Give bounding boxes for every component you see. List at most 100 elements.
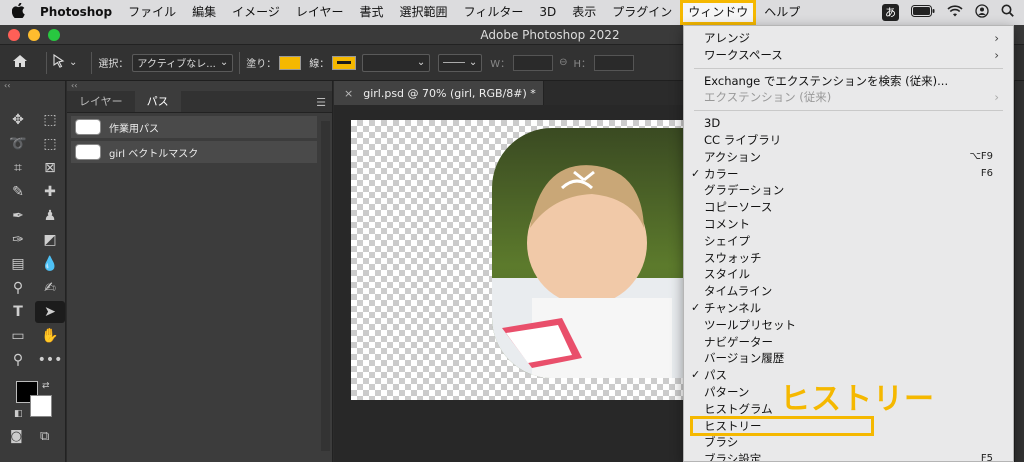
- wifi-icon[interactable]: [947, 4, 963, 21]
- window-menu-item[interactable]: ツールプリセット: [684, 317, 1013, 334]
- dodge-tool-icon[interactable]: ⚲: [3, 277, 33, 299]
- spotlight-search-icon[interactable]: [1001, 4, 1014, 21]
- close-tab-icon[interactable]: ×: [344, 87, 353, 100]
- window-menu-item[interactable]: バージョン履歴: [684, 350, 1013, 367]
- battery-icon[interactable]: [911, 4, 935, 21]
- panel-menu-icon[interactable]: ☰: [316, 96, 326, 109]
- window-menu-item[interactable]: ワークスペース ›: [684, 47, 1013, 64]
- menu-3d[interactable]: 3D: [531, 0, 564, 25]
- window-menu-item[interactable]: CC ライブラリ: [684, 132, 1013, 149]
- window-menu-item[interactable]: ヒストリー: [690, 415, 874, 437]
- window-menu-item[interactable]: スタイル: [684, 266, 1013, 283]
- menu-plugins[interactable]: プラグイン: [604, 0, 680, 25]
- user-icon[interactable]: [975, 3, 989, 22]
- menu-help[interactable]: ヘルプ: [756, 0, 808, 25]
- chevron-right-icon: ›: [994, 47, 999, 62]
- window-menu-item[interactable]: アレンジ ›: [684, 30, 1013, 47]
- menu-filter[interactable]: フィルター: [456, 0, 532, 25]
- window-menu-item-label: ツールプリセット: [704, 317, 796, 332]
- quick-mask-icon[interactable]: ◙: [10, 429, 23, 444]
- rectangle-tool-icon[interactable]: ▭: [3, 325, 33, 347]
- blur-tool-icon[interactable]: 💧: [35, 253, 65, 275]
- window-menu-item[interactable]: ✓ チャンネル: [684, 300, 1013, 317]
- default-colors-icon[interactable]: ◧: [14, 409, 23, 419]
- home-icon[interactable]: [0, 53, 40, 72]
- fill-color-swatch[interactable]: [279, 55, 302, 70]
- brush-tool-icon[interactable]: ✒: [3, 205, 33, 227]
- color-swatches: ⇄ ◧: [14, 381, 58, 421]
- width-field[interactable]: [513, 54, 554, 71]
- window-menu-item[interactable]: 3D: [684, 115, 1013, 132]
- stroke-width-dropdown[interactable]: ⌄: [362, 53, 431, 72]
- select-target-dropdown[interactable]: アクティブなレ... ⌄: [132, 53, 234, 72]
- window-menu-item[interactable]: グラデーション: [684, 182, 1013, 199]
- stroke-color-swatch[interactable]: [332, 55, 357, 70]
- menu-window[interactable]: ウィンドウ: [680, 0, 757, 25]
- healing-brush-tool-icon[interactable]: ✚: [35, 181, 65, 203]
- path-select-tool-icon[interactable]: ➤: [35, 301, 65, 323]
- background-color-swatch[interactable]: [30, 395, 52, 417]
- menu-select[interactable]: 選択範囲: [392, 0, 456, 25]
- window-menu-item[interactable]: ブラシ: [684, 434, 1013, 451]
- more-tools-icon[interactable]: •••: [35, 349, 65, 371]
- chevron-down-icon[interactable]: ⌄: [69, 57, 77, 68]
- screen-mode-icon[interactable]: ⧉: [40, 429, 49, 444]
- menu-layer[interactable]: レイヤー: [288, 0, 352, 25]
- window-menu-item-label: アレンジ: [704, 31, 750, 45]
- object-select-tool-icon[interactable]: ⬚: [35, 133, 65, 155]
- window-menu-item[interactable]: ブラシ設定 F5: [684, 451, 1013, 461]
- path-select-tool-icon[interactable]: [53, 53, 65, 72]
- window-menu-item[interactable]: スウォッチ: [684, 250, 1013, 267]
- menu-view[interactable]: 表示: [564, 0, 604, 25]
- menu-image[interactable]: イメージ: [224, 0, 288, 25]
- tab-paths[interactable]: パス: [134, 91, 181, 112]
- stroke-type-dropdown[interactable]: ⌄: [438, 53, 483, 72]
- panel-scrollbar[interactable]: [321, 121, 330, 451]
- menu-type[interactable]: 書式: [352, 0, 392, 25]
- path-row-vector-mask[interactable]: girl ベクトルマスク: [71, 141, 317, 163]
- zoom-tool-icon[interactable]: ⚲: [3, 349, 33, 371]
- type-tool-icon[interactable]: T: [3, 301, 33, 323]
- menu-file[interactable]: ファイル: [120, 0, 184, 25]
- swap-colors-icon[interactable]: ⇄: [42, 381, 50, 391]
- pen-tool-icon[interactable]: ✍: [35, 277, 65, 299]
- menu-photoshop[interactable]: Photoshop: [36, 0, 120, 25]
- lasso-tool-icon[interactable]: ➰: [3, 133, 33, 155]
- crop-tool-icon[interactable]: ⌗: [3, 157, 33, 179]
- gradient-tool-icon[interactable]: ▤: [3, 253, 33, 275]
- collapse-icon[interactable]: ‹‹: [0, 81, 65, 91]
- select-target-value: アクティブなレ...: [137, 59, 216, 70]
- window-menu-item[interactable]: ナビゲーター: [684, 334, 1013, 351]
- stamp-tool-icon[interactable]: ♟: [35, 205, 65, 227]
- apple-icon[interactable]: [0, 2, 36, 22]
- window-menu-item[interactable]: アクション ⌥F9: [684, 149, 1013, 166]
- window-menu-item-label: ヒストグラム: [704, 401, 773, 416]
- window-menu-item[interactable]: コメント: [684, 216, 1013, 233]
- window-menu-item[interactable]: Exchange でエクステンションを検索 (従来)...: [684, 73, 1013, 90]
- height-field[interactable]: [594, 54, 635, 71]
- path-row-work[interactable]: 作業用パス: [71, 116, 317, 138]
- annotation-label: ヒストリー: [780, 382, 935, 417]
- move-tool-icon[interactable]: ✥: [3, 109, 33, 131]
- path-thumbnail: [75, 144, 101, 160]
- ime-indicator[interactable]: あ: [882, 4, 899, 21]
- marquee-tool-icon[interactable]: ⬚: [35, 109, 65, 131]
- window-menu-item[interactable]: ✓ カラー F6: [684, 166, 1013, 183]
- window-menu-item[interactable]: シェイプ: [684, 233, 1013, 250]
- frame-tool-icon[interactable]: ⊠: [35, 157, 65, 179]
- menu-edit[interactable]: 編集: [184, 0, 224, 25]
- window-menu-item-label: パターン: [704, 384, 750, 399]
- window-menu-item[interactable]: タイムライン: [684, 283, 1013, 300]
- eraser-tool-icon[interactable]: ◩: [35, 229, 65, 251]
- tools-panel: ‹‹ ✥ ⬚ ➰ ⬚ ⌗ ⊠ ✎ ✚ ✒ ♟ ✑ ◩ ▤ 💧 ⚲ ✍ T ➤ ▭…: [0, 81, 66, 462]
- fill-label: 塗り：: [246, 59, 277, 70]
- history-brush-tool-icon[interactable]: ✑: [3, 229, 33, 251]
- eyedropper-tool-icon[interactable]: ✎: [3, 181, 33, 203]
- collapse-icon[interactable]: ‹‹: [67, 81, 332, 91]
- tab-layers[interactable]: レイヤー: [67, 91, 135, 112]
- path-name: girl ベクトルマスク: [109, 148, 199, 160]
- document-tab[interactable]: × girl.psd @ 70% (girl, RGB/8#) *: [334, 81, 544, 105]
- window-menu-item[interactable]: コピーソース: [684, 199, 1013, 216]
- link-icon[interactable]: ⊖: [559, 57, 567, 68]
- hand-tool-icon[interactable]: ✋: [35, 325, 65, 347]
